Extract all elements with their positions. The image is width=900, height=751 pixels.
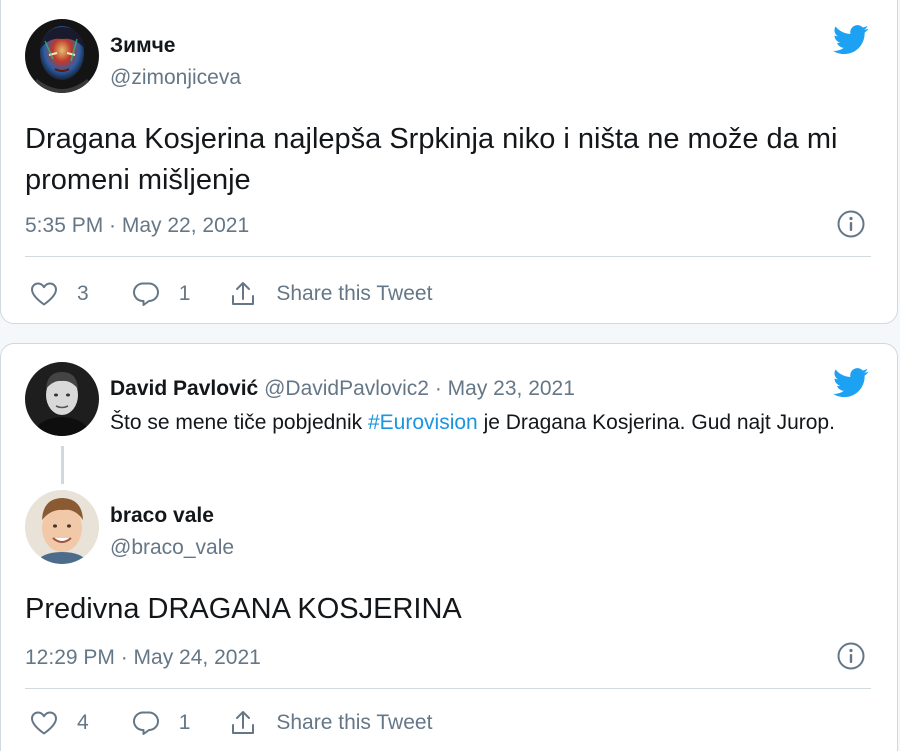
share-icon [232, 282, 255, 305]
tweet-date[interactable]: May 23, 2021 [448, 377, 575, 400]
parent-meta: David Pavlović @DavidPavlovic2 · May 23,… [110, 377, 575, 401]
reply-button[interactable]: 1 [131, 708, 191, 738]
heart-icon [31, 711, 57, 735]
parent-text-part: Što se mene tiče pobjednik [110, 411, 368, 434]
share-button[interactable]: Share this Tweet [228, 279, 432, 309]
tweet-text: Predivna DRAGANA KOSJERINA [25, 593, 462, 625]
author-handle[interactable]: @braco_vale [110, 536, 234, 560]
parent-tweet-text: Što se mene tiče pobjednik #Eurovision j… [110, 407, 880, 439]
avatar[interactable] [25, 490, 99, 564]
reply-count: 1 [178, 282, 191, 305]
share-button[interactable]: Share this Tweet [228, 708, 432, 738]
tweet-timestamp[interactable]: 5:35 PM · May 22, 2021 [25, 214, 249, 238]
twitter-bird-icon[interactable] [833, 368, 869, 398]
author-name[interactable]: braco vale [110, 504, 214, 528]
tweet-timestamp[interactable]: 12:29 PM · May 24, 2021 [25, 646, 261, 670]
like-count: 3 [77, 282, 89, 305]
avatar-image [25, 19, 99, 93]
author-name[interactable]: Зимче [110, 34, 175, 58]
like-count: 4 [77, 711, 89, 734]
avatar[interactable] [25, 19, 99, 93]
meta-separator: · [428, 377, 448, 400]
heart-icon [31, 282, 57, 306]
avatar-image [25, 362, 99, 436]
tweet-card[interactable]: David Pavlović @DavidPavlovic2 · May 23,… [0, 343, 898, 751]
action-bar: 3 1 Share this Tweet [29, 277, 432, 311]
parent-text-part: je Dragana Kosjerina. Gud najt Jurop. [477, 411, 835, 434]
author-handle[interactable]: @DavidPavlovic2 [264, 377, 429, 400]
reply-count: 1 [178, 711, 191, 734]
share-icon [232, 711, 255, 734]
twitter-bird-icon[interactable] [833, 25, 869, 55]
tweet-text: Dragana Kosjerina najlepša Srpkinja niko… [25, 123, 838, 196]
share-label: Share this Tweet [276, 711, 433, 734]
action-bar: 4 1 Share this Tweet [29, 706, 432, 740]
avatar-image [25, 490, 99, 564]
divider [25, 256, 871, 257]
author-name[interactable]: David Pavlović [110, 377, 258, 400]
like-button[interactable]: 4 [29, 708, 89, 738]
hashtag-link[interactable]: #Eurovision [368, 411, 478, 434]
info-icon[interactable] [836, 209, 866, 239]
thread-line [61, 446, 64, 484]
author-handle[interactable]: @zimonjiceva [110, 66, 241, 90]
reply-bubble-icon [132, 282, 159, 306]
reply-bubble-icon [132, 711, 159, 735]
info-icon[interactable] [836, 641, 866, 671]
avatar[interactable] [25, 362, 99, 436]
share-label: Share this Tweet [276, 282, 433, 305]
divider [25, 688, 871, 689]
tweet-card[interactable]: Зимче @zimonjiceva Dragana Kosjerina naj… [0, 0, 898, 324]
reply-button[interactable]: 1 [131, 279, 191, 309]
like-button[interactable]: 3 [29, 279, 89, 309]
